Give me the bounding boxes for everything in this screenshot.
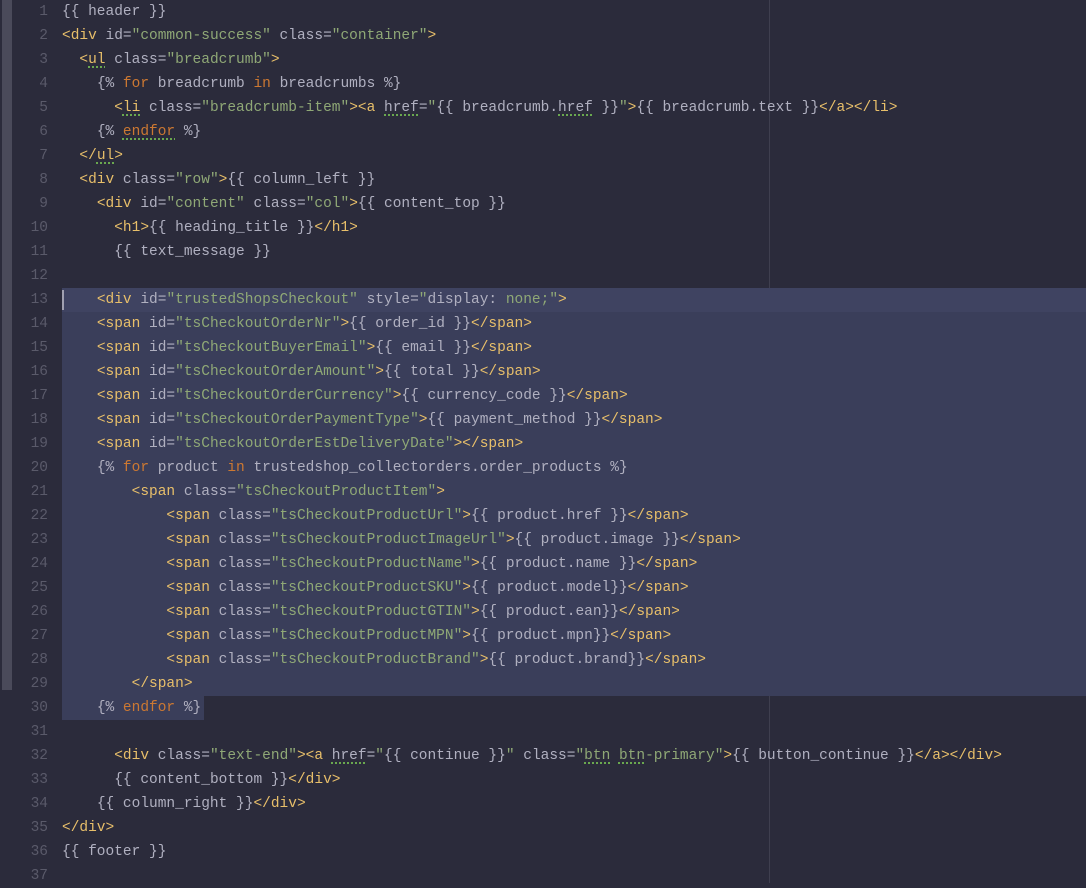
code-line[interactable]: <span id="tsCheckoutOrderEstDeliveryDate… xyxy=(62,432,1086,456)
line-number[interactable]: 20 xyxy=(14,456,48,480)
line-number[interactable]: 33 xyxy=(14,768,48,792)
code-line[interactable] xyxy=(62,864,1086,883)
line-number[interactable]: 30 xyxy=(14,696,48,720)
code-line[interactable]: <span id="tsCheckoutOrderAmount">{{ tota… xyxy=(62,360,1086,384)
code-line[interactable]: {% for breadcrumb in breadcrumbs %} xyxy=(62,72,1086,96)
line-number[interactable]: 23 xyxy=(14,528,48,552)
code-line[interactable] xyxy=(62,264,1086,288)
code-editor[interactable]: 1 2 3 4 5 6 7 8 9 10 11 12 13 14 15 16 1… xyxy=(0,0,1086,883)
line-number[interactable]: 24 xyxy=(14,552,48,576)
code-line[interactable]: {% endfor %} xyxy=(62,696,1086,720)
code-line[interactable]: <h1>{{ heading_title }}</h1> xyxy=(62,216,1086,240)
line-number[interactable]: 18 xyxy=(14,408,48,432)
line-number[interactable]: 1 xyxy=(14,0,48,24)
code-line[interactable]: {{ footer }} xyxy=(62,840,1086,864)
line-number[interactable]: 4 xyxy=(14,72,48,96)
code-line[interactable]: <span class="tsCheckoutProductImageUrl">… xyxy=(62,528,1086,552)
code-content[interactable]: {{ header }} <div id="common-success" cl… xyxy=(62,0,1086,883)
line-number[interactable]: 27 xyxy=(14,624,48,648)
code-line[interactable] xyxy=(62,720,1086,744)
code-line[interactable]: {{ column_right }}</div> xyxy=(62,792,1086,816)
line-number[interactable]: 13 xyxy=(14,288,48,312)
code-line[interactable]: </ul> xyxy=(62,144,1086,168)
line-number[interactable]: 22 xyxy=(14,504,48,528)
line-number[interactable]: 6 xyxy=(14,120,48,144)
line-number[interactable]: 26 xyxy=(14,600,48,624)
line-number[interactable]: 5 xyxy=(14,96,48,120)
line-number[interactable]: 14 xyxy=(14,312,48,336)
code-line[interactable]: {% endfor %} xyxy=(62,120,1086,144)
line-number[interactable]: 10 xyxy=(14,216,48,240)
code-line[interactable]: <span class="tsCheckoutProductItem"> xyxy=(62,480,1086,504)
code-line[interactable]: <span id="tsCheckoutBuyerEmail">{{ email… xyxy=(62,336,1086,360)
code-line[interactable]: </div> xyxy=(62,816,1086,840)
code-line[interactable]: <span class="tsCheckoutProductUrl">{{ pr… xyxy=(62,504,1086,528)
code-line[interactable]: <span id="tsCheckoutOrderPaymentType">{{… xyxy=(62,408,1086,432)
line-number-gutter[interactable]: 1 2 3 4 5 6 7 8 9 10 11 12 13 14 15 16 1… xyxy=(14,0,62,883)
line-number[interactable]: 8 xyxy=(14,168,48,192)
line-number[interactable]: 15 xyxy=(14,336,48,360)
code-line[interactable]: <span class="tsCheckoutProductSKU">{{ pr… xyxy=(62,576,1086,600)
code-line[interactable]: <div id="common-success" class="containe… xyxy=(62,24,1086,48)
line-number[interactable]: 31 xyxy=(14,720,48,744)
text-caret xyxy=(62,290,64,310)
code-line[interactable]: <span class="tsCheckoutProductGTIN">{{ p… xyxy=(62,600,1086,624)
line-number[interactable]: 35 xyxy=(14,816,48,840)
line-number[interactable]: 16 xyxy=(14,360,48,384)
code-line[interactable]: {% for product in trustedshop_collectord… xyxy=(62,456,1086,480)
line-number[interactable]: 17 xyxy=(14,384,48,408)
line-number[interactable]: 11 xyxy=(14,240,48,264)
line-number[interactable]: 19 xyxy=(14,432,48,456)
line-number[interactable]: 37 xyxy=(14,864,48,888)
code-line[interactable]: <div class="text-end"><a href="{{ contin… xyxy=(62,744,1086,768)
line-number[interactable]: 25 xyxy=(14,576,48,600)
line-number[interactable]: 32 xyxy=(14,744,48,768)
code-line[interactable]: <li class="breadcrumb-item"><a href="{{ … xyxy=(62,96,1086,120)
line-number[interactable]: 9 xyxy=(14,192,48,216)
code-line[interactable]: <div id="content" class="col">{{ content… xyxy=(62,192,1086,216)
scrollbar-thumb[interactable] xyxy=(2,0,12,690)
code-line[interactable]: <div class="row">{{ column_left }} xyxy=(62,168,1086,192)
code-line[interactable]: </span> xyxy=(62,672,1086,696)
code-line[interactable]: <span class="tsCheckoutProductName">{{ p… xyxy=(62,552,1086,576)
line-number[interactable]: 3 xyxy=(14,48,48,72)
code-line[interactable]: <span class="tsCheckoutProductMPN">{{ pr… xyxy=(62,624,1086,648)
code-line[interactable]: <div id="trustedShopsCheckout" style="di… xyxy=(62,288,1086,312)
code-line[interactable]: {{ text_message }} xyxy=(62,240,1086,264)
line-number[interactable]: 21 xyxy=(14,480,48,504)
code-line[interactable]: <span class="tsCheckoutProductBrand">{{ … xyxy=(62,648,1086,672)
line-number[interactable]: 2 xyxy=(14,24,48,48)
line-number[interactable]: 28 xyxy=(14,648,48,672)
vertical-scrollbar[interactable] xyxy=(0,0,14,883)
line-number[interactable]: 34 xyxy=(14,792,48,816)
code-line[interactable]: {{ content_bottom }}</div> xyxy=(62,768,1086,792)
code-line[interactable]: {{ header }} xyxy=(62,0,1086,24)
line-number[interactable]: 29 xyxy=(14,672,48,696)
line-number[interactable]: 36 xyxy=(14,840,48,864)
code-line[interactable]: <ul class="breadcrumb"> xyxy=(62,48,1086,72)
code-line[interactable]: <span id="tsCheckoutOrderNr">{{ order_id… xyxy=(62,312,1086,336)
line-number[interactable]: 7 xyxy=(14,144,48,168)
line-number[interactable]: 12 xyxy=(14,264,48,288)
code-line[interactable]: <span id="tsCheckoutOrderCurrency">{{ cu… xyxy=(62,384,1086,408)
